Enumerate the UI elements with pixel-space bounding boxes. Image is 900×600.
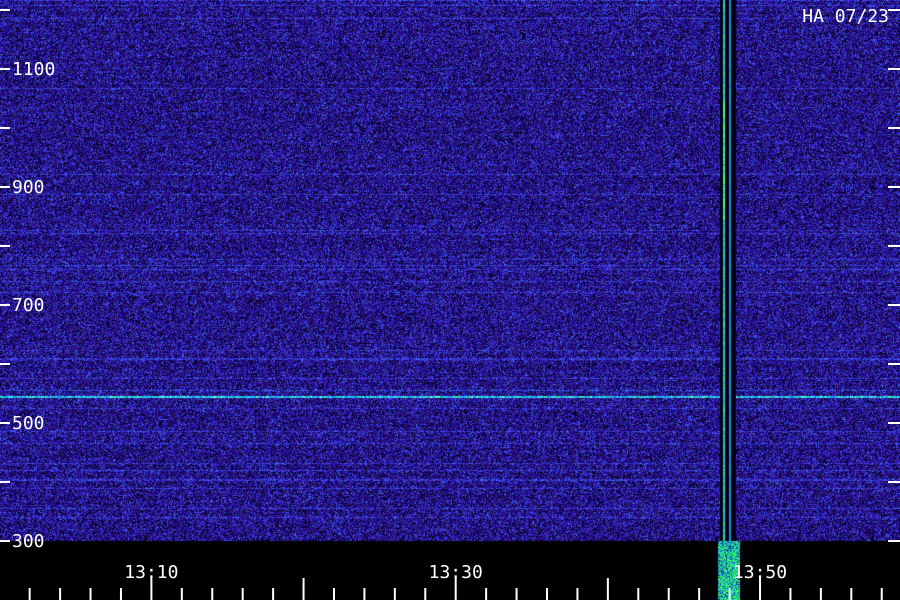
spectrogram-canvas: [0, 0, 900, 600]
